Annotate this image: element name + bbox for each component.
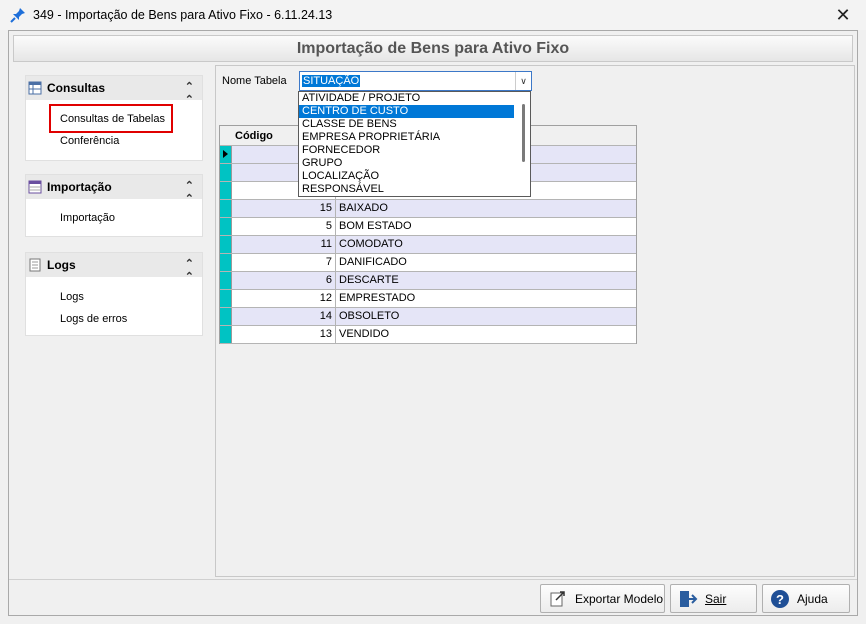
cell-code[interactable]: 12: [232, 290, 336, 307]
table-row[interactable]: 7 DANIFICADO: [220, 254, 636, 272]
table-row[interactable]: 11 COMODATO: [220, 236, 636, 254]
collapse-icon[interactable]: ⌃ ⌃: [185, 80, 194, 106]
dropdown-option[interactable]: EMPRESA PROPRIETÁRIA: [299, 131, 514, 144]
close-button[interactable]: ✕: [820, 0, 866, 30]
cell-code[interactable]: 15: [232, 200, 336, 217]
title-bar: 349 - Importação de Bens para Ativo Fixo…: [0, 0, 866, 30]
group-header-importacao[interactable]: Importação ⌃ ⌃: [26, 175, 202, 205]
table-row[interactable]: 12 EMPRESTADO: [220, 290, 636, 308]
cell-desc[interactable]: OBSOLETO: [336, 308, 636, 325]
help-button[interactable]: ? Ajuda: [762, 584, 850, 613]
page-title: Importação de Bens para Ativo Fixo: [296, 39, 570, 57]
cell-code[interactable]: 6: [232, 272, 336, 289]
cell-desc[interactable]: DANIFICADO: [336, 254, 636, 271]
table-dropdown-list[interactable]: ATIVIDADE / PROJETO CENTRO DE CUSTO CLAS…: [298, 91, 531, 197]
row-indicator: [220, 308, 232, 325]
cell-code[interactable]: 7: [232, 254, 336, 271]
help-icon: ?: [769, 589, 791, 609]
cell-desc[interactable]: BAIXADO: [336, 200, 636, 217]
row-indicator: [220, 290, 232, 307]
cell-code[interactable]: 13: [232, 326, 336, 343]
group-header-logs[interactable]: Logs ⌃ ⌃: [26, 253, 202, 283]
sidebar-item-consultas-de-tabelas[interactable]: Consultas de Tabelas: [60, 113, 165, 125]
cell-desc[interactable]: EMPRESTADO: [336, 290, 636, 307]
selected-value: SITUAÇÃO: [302, 75, 361, 87]
header-band: Importação de Bens para Ativo Fixo: [13, 35, 853, 62]
sidebar-item-logs[interactable]: Logs: [60, 291, 84, 303]
sidebar-group-logs: Logs ⌃ ⌃ Logs Logs de erros: [25, 252, 203, 336]
group-title: Logs: [47, 258, 76, 272]
dropdown-option[interactable]: RESPONSÁVEL: [299, 183, 514, 196]
row-indicator: [220, 146, 232, 163]
dropdown-option[interactable]: CLASSE DE BENS: [299, 118, 514, 131]
exit-label: Sair: [705, 591, 727, 606]
table-row[interactable]: 6 DESCARTE: [220, 272, 636, 290]
group-title: Consultas: [47, 81, 106, 95]
collapse-icon[interactable]: ⌃ ⌃: [185, 257, 194, 283]
table-row[interactable]: 14 OBSOLETO: [220, 308, 636, 326]
exit-button[interactable]: Sair: [670, 584, 757, 613]
sidebar-group-importacao: Importação ⌃ ⌃ Importação: [25, 174, 203, 237]
cell-code[interactable]: 14: [232, 308, 336, 325]
window-title: 349 - Importação de Bens para Ativo Fixo…: [33, 8, 333, 22]
cell-desc[interactable]: COMODATO: [336, 236, 636, 253]
cell-code[interactable]: 5: [232, 218, 336, 235]
svg-text:?: ?: [776, 592, 784, 607]
cell-desc[interactable]: VENDIDO: [336, 326, 636, 343]
chevron-down-icon[interactable]: ∨: [515, 72, 531, 90]
table-row[interactable]: 15 BAIXADO: [220, 200, 636, 218]
export-model-button[interactable]: Exportar Modelo: [540, 584, 665, 613]
dropdown-option[interactable]: FORNECEDOR: [299, 144, 514, 157]
row-indicator: [220, 326, 232, 343]
footer-divider: [9, 579, 857, 580]
cell-desc[interactable]: DESCARTE: [336, 272, 636, 289]
row-indicator: [220, 182, 232, 199]
dropdown-option-highlighted[interactable]: CENTRO DE CUSTO: [299, 105, 514, 118]
help-label: Ajuda: [797, 591, 828, 606]
export-icon: [547, 589, 569, 609]
table-icon: [28, 81, 42, 95]
sidebar-item-conferencia[interactable]: Conferência: [60, 135, 119, 147]
table-row[interactable]: 5 BOM ESTADO: [220, 218, 636, 236]
row-indicator: [220, 254, 232, 271]
nome-tabela-select[interactable]: SITUAÇÃO ∨: [299, 71, 532, 91]
cell-desc[interactable]: BOM ESTADO: [336, 218, 636, 235]
sidebar-item-logs-de-erros[interactable]: Logs de erros: [60, 313, 127, 325]
cell-code[interactable]: 11: [232, 236, 336, 253]
nome-tabela-label: Nome Tabela: [222, 75, 287, 87]
close-icon: ✕: [835, 4, 851, 25]
pin-icon: [10, 8, 25, 23]
document-icon: [29, 258, 41, 272]
row-indicator: [220, 218, 232, 235]
exit-icon: [677, 589, 699, 609]
dropdown-option[interactable]: LOCALIZAÇÃO: [299, 170, 514, 183]
row-indicator: [220, 272, 232, 289]
group-header-consultas[interactable]: Consultas ⌃ ⌃: [26, 76, 202, 106]
row-indicator: [220, 236, 232, 253]
sidebar-group-consultas: Consultas ⌃ ⌃ Consultas de Tabelas Confer…: [25, 75, 203, 161]
table-row[interactable]: 13 VENDIDO: [220, 326, 636, 344]
export-model-label: Exportar Modelo: [575, 591, 664, 606]
calendar-icon: [28, 180, 42, 194]
row-indicator: [220, 164, 232, 181]
row-indicator: [220, 200, 232, 217]
dropdown-option[interactable]: GRUPO: [299, 157, 514, 170]
collapse-icon[interactable]: ⌃ ⌃: [185, 179, 194, 205]
dropdown-scrollbar[interactable]: [522, 104, 525, 162]
dropdown-option[interactable]: ATIVIDADE / PROJETO: [299, 92, 514, 105]
group-title: Importação: [47, 180, 112, 194]
sidebar-item-importacao[interactable]: Importação: [60, 212, 115, 224]
